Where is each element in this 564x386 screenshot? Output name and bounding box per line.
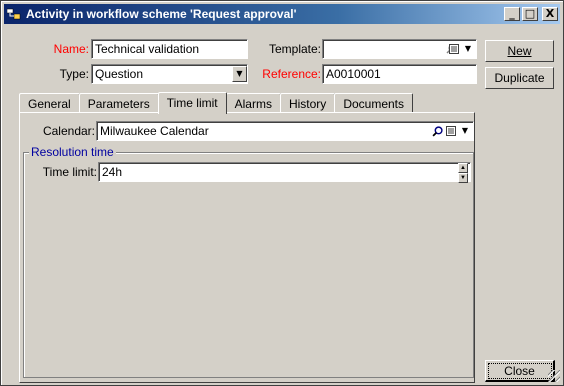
resize-grip[interactable] bbox=[548, 370, 560, 382]
new-button[interactable]: New bbox=[485, 40, 554, 62]
tab-alarms[interactable]: Alarms bbox=[225, 93, 281, 113]
new-button-label: New bbox=[507, 44, 532, 58]
spin-up[interactable]: ▲ bbox=[458, 163, 468, 173]
type-select[interactable]: Question bbox=[91, 64, 248, 84]
tab-label: Documents bbox=[343, 96, 405, 111]
name-field[interactable]: Technical validation bbox=[91, 39, 248, 59]
detail-window-icon[interactable] bbox=[445, 123, 457, 139]
workflow-activity-icon bbox=[6, 6, 22, 22]
close-button-label: Close bbox=[504, 363, 535, 378]
name-label: Name: bbox=[53, 42, 89, 56]
group-title: Resolution time bbox=[29, 145, 116, 159]
tab-label: Time limit bbox=[166, 96, 218, 110]
window-title: Activity in workflow scheme 'Request app… bbox=[26, 7, 297, 21]
tab-label: Alarms bbox=[234, 96, 272, 111]
minimize-button[interactable]: _ bbox=[504, 7, 520, 21]
tab-label: Parameters bbox=[87, 96, 150, 111]
duplicate-button-label: Duplicate bbox=[494, 71, 545, 85]
chevron-down-icon[interactable]: ▼ bbox=[462, 41, 474, 57]
type-label: Type: bbox=[59, 67, 89, 81]
chevron-down-icon[interactable]: ▼ bbox=[232, 66, 247, 82]
close-window-button[interactable]: X bbox=[542, 7, 558, 21]
tab-general[interactable]: General bbox=[19, 93, 80, 113]
tab-label: History bbox=[288, 96, 327, 111]
title-bar[interactable]: Activity in workflow scheme 'Request app… bbox=[4, 4, 560, 24]
spin-down[interactable]: ▼ bbox=[458, 173, 468, 183]
calendar-field[interactable]: Milwaukee Calendar bbox=[96, 121, 474, 141]
calendar-label: Calendar: bbox=[42, 124, 95, 138]
tab-history[interactable]: History bbox=[279, 93, 336, 113]
spinner-arrows-icon[interactable]: ▲ ▼ bbox=[458, 163, 468, 183]
tab-time-limit[interactable]: Time limit bbox=[157, 92, 227, 114]
reference-field[interactable]: A0010001 bbox=[322, 64, 477, 84]
reference-label: Reference: bbox=[262, 67, 321, 81]
detail-window-icon[interactable] bbox=[448, 41, 460, 57]
time-limit-field[interactable]: 24h bbox=[98, 162, 471, 182]
close-button[interactable]: Close bbox=[485, 360, 555, 382]
activity-window: Activity in workflow scheme 'Request app… bbox=[0, 0, 564, 386]
chevron-down-icon[interactable]: ▼ bbox=[459, 123, 471, 139]
time-limit-label: Time limit: bbox=[42, 165, 97, 179]
maximize-button[interactable]: □ bbox=[522, 7, 538, 21]
tab-label: General bbox=[28, 96, 71, 111]
template-label: Template: bbox=[268, 42, 321, 56]
resolution-time-group bbox=[23, 152, 474, 378]
tab-parameters[interactable]: Parameters bbox=[78, 93, 159, 113]
tab-documents[interactable]: Documents bbox=[334, 93, 414, 113]
magnifier-icon[interactable] bbox=[430, 123, 445, 139]
tab-strip: General Parameters Time limit Alarms His… bbox=[19, 91, 414, 114]
duplicate-button[interactable]: Duplicate bbox=[485, 67, 554, 89]
